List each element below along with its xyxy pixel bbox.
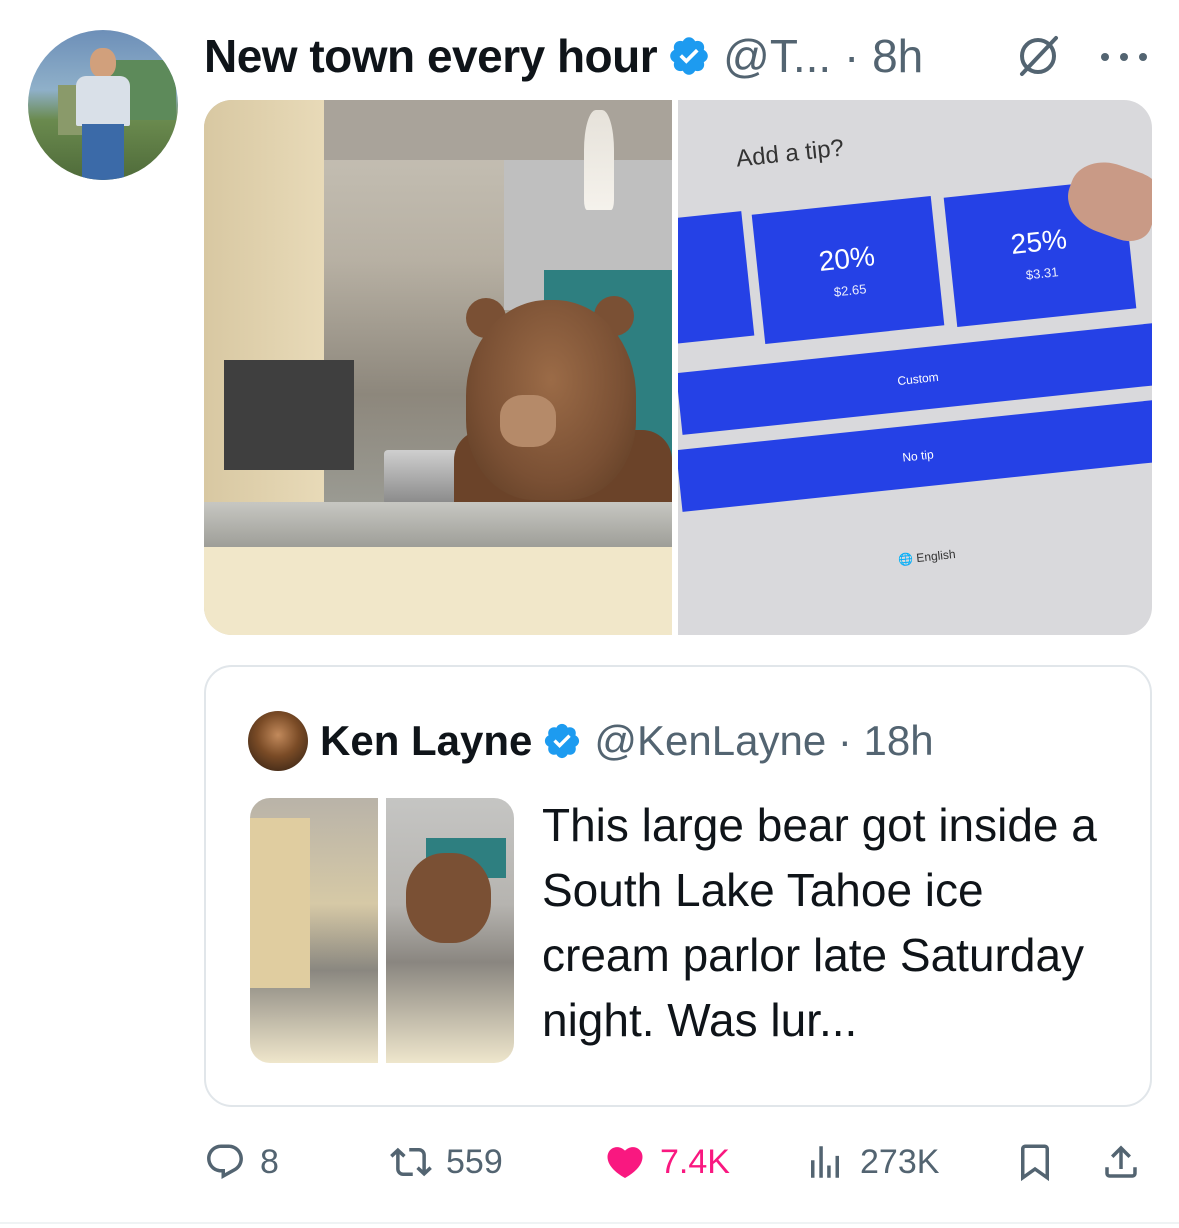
language-text: English — [915, 547, 957, 566]
quoted-author-handle-time[interactable]: @KenLayne · 18h — [594, 717, 933, 765]
tip-none-label: No tip — [901, 447, 935, 465]
bear-in-ice-cream-parlor-photo[interactable] — [204, 100, 672, 635]
tip-option-partial — [678, 211, 755, 344]
action-bar: 8 559 7.4K 273K — [204, 1138, 1152, 1186]
quoted-media[interactable] — [250, 798, 514, 1063]
tip-screen-photo[interactable]: Add a tip? 20% $2.65 25% $3.31 Custom No… — [678, 100, 1152, 635]
more-icon[interactable] — [1098, 50, 1150, 64]
tip-custom-label: Custom — [896, 369, 940, 389]
quoted-author-avatar[interactable] — [248, 711, 308, 771]
share-icon — [1105, 1145, 1137, 1178]
heart-icon — [607, 1147, 643, 1179]
share-button[interactable] — [1100, 1138, 1156, 1186]
thumb-bear — [406, 853, 491, 943]
author-handle-time[interactable]: @T... · 8h — [723, 29, 923, 83]
steel-pot — [384, 450, 459, 505]
thumb-shelves — [250, 818, 310, 988]
author-avatar[interactable] — [28, 30, 178, 180]
quoted-tweet-header: Ken Layne @KenLayne · 18h — [320, 711, 934, 771]
reply-button[interactable]: 8 — [204, 1138, 279, 1186]
views-count: 273K — [860, 1142, 940, 1181]
bookmark-icon — [1021, 1144, 1049, 1182]
repost-button[interactable]: 559 — [390, 1138, 503, 1186]
verified-badge-icon — [670, 37, 708, 75]
bear-snout — [500, 395, 556, 447]
quoted-media-thumb-1 — [250, 798, 378, 1063]
avatar-person-head — [90, 48, 116, 78]
divider — [0, 1222, 1179, 1224]
reply-icon — [207, 1144, 243, 1179]
tip-option-20: 20% $2.65 — [751, 195, 945, 345]
quoted-media-thumb-2 — [386, 798, 514, 1063]
quoted-author-name[interactable]: Ken Layne — [320, 717, 532, 765]
like-button[interactable]: 7.4K — [604, 1138, 730, 1186]
ceiling — [324, 100, 672, 160]
tip-option-20-label: 20% — [817, 239, 877, 277]
like-count: 7.4K — [660, 1142, 730, 1181]
tweet-header: New town every hour @T... · 8h — [204, 28, 923, 84]
mute-icon[interactable] — [1012, 34, 1064, 78]
quoted-tweet-text: This large bear got inside a South Lake … — [542, 799, 1097, 1046]
avatar-person-legs — [82, 124, 124, 180]
views-icon — [811, 1146, 839, 1178]
coffee-machine — [224, 360, 354, 470]
tip-title: Add a tip? — [734, 134, 846, 173]
hanging-lamp — [584, 110, 614, 210]
verified-badge-icon — [545, 723, 580, 759]
quoted-tweet[interactable]: Ken Layne @KenLayne · 18h This large bea… — [204, 665, 1152, 1107]
views-button[interactable]: 273K — [804, 1138, 939, 1186]
counter-top — [204, 502, 672, 547]
bookmark-button[interactable] — [1014, 1138, 1070, 1186]
tip-option-20-amount: $2.65 — [833, 280, 868, 300]
tweet-media: Add a tip? 20% $2.65 25% $3.31 Custom No… — [204, 100, 1152, 635]
tip-option-25-amount: $3.31 — [1025, 263, 1060, 283]
counter-front — [204, 547, 672, 635]
author-name[interactable]: New town every hour — [204, 29, 658, 83]
repost-count: 559 — [446, 1142, 503, 1181]
tip-option-25-label: 25% — [1009, 222, 1069, 260]
bear-head — [466, 300, 636, 500]
reply-count: 8 — [260, 1142, 279, 1181]
repost-icon — [390, 1147, 432, 1177]
avatar-person-body — [76, 76, 130, 126]
language-label: 🌐 English — [897, 547, 957, 567]
